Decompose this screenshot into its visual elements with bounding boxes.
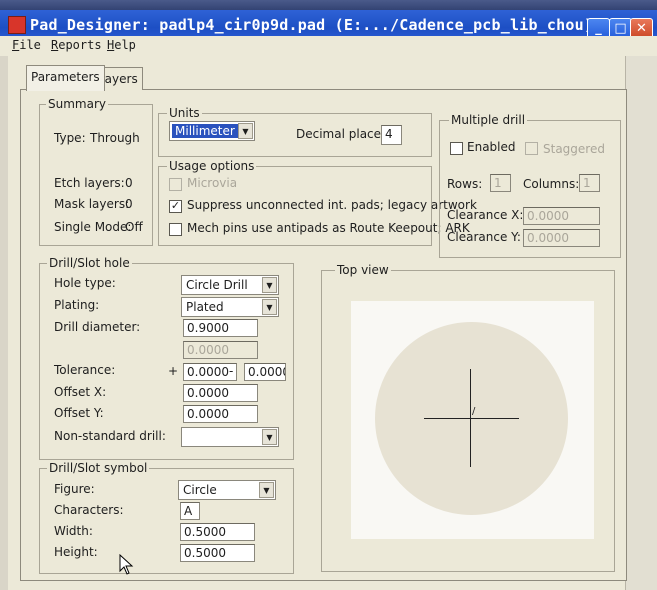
decimal-places-label: Decimal places:: [296, 127, 392, 141]
figure-label: Figure:: [54, 482, 95, 496]
etch-layers-value: 0: [125, 176, 133, 190]
drill-diameter-secondary-field[interactable]: 0.0000: [183, 341, 258, 359]
decimal-places-field[interactable]: 4: [381, 125, 402, 145]
staggered-checkbox[interactable]: [525, 142, 538, 155]
offset-x-field[interactable]: 0.0000: [183, 384, 258, 402]
plating-dropdown[interactable]: Plated ▼: [181, 297, 279, 317]
suppress-label: Suppress unconnected int. pads; legacy a…: [187, 198, 477, 212]
non-standard-drill-dropdown[interactable]: ▼: [181, 427, 279, 447]
window-title: Pad_Designer: padlp4_cir0p9d.pad (E:.../…: [30, 16, 594, 34]
width-field[interactable]: 0.5000: [180, 523, 255, 541]
chevron-down-icon: ▼: [259, 482, 274, 498]
clearance-x-field[interactable]: 0.0000: [523, 207, 600, 225]
menu-reports[interactable]: Reports: [51, 38, 102, 52]
units-legend: Units: [167, 106, 202, 120]
mouse-cursor-icon: [119, 554, 134, 575]
plating-value: Plated: [186, 300, 224, 314]
enabled-checkbox[interactable]: [450, 142, 463, 155]
microvia-checkbox[interactable]: [169, 178, 182, 191]
tab-parameters[interactable]: Parameters: [26, 65, 105, 91]
tolerance-plus-sign: +: [168, 364, 179, 378]
type-label: Type:: [54, 131, 86, 145]
microvia-label: Microvia: [187, 176, 238, 190]
menu-help[interactable]: Help: [107, 38, 136, 52]
rows-label: Rows:: [447, 177, 483, 191]
menu-file[interactable]: File: [12, 38, 41, 52]
etch-layers-label: Etch layers:: [54, 176, 125, 190]
chevron-down-icon: ▼: [262, 277, 277, 293]
tolerance-minus-sign: -: [229, 364, 234, 378]
chevron-down-icon: ▼: [262, 299, 277, 315]
enabled-label: Enabled: [467, 140, 516, 154]
app-icon: [8, 16, 26, 34]
staggered-label: Staggered: [543, 142, 605, 156]
clearance-y-field[interactable]: 0.0000: [523, 229, 600, 247]
single-mode-value: Off: [125, 220, 143, 234]
crosshair-label: /: [472, 406, 476, 417]
chevron-down-icon: ▼: [262, 429, 277, 445]
non-standard-drill-label: Non-standard drill:: [54, 429, 166, 443]
clearance-y-label: Clearance Y:: [447, 230, 521, 244]
tolerance-minus-field[interactable]: 0.0000: [244, 363, 286, 381]
drill-symbol-legend: Drill/Slot symbol: [47, 461, 150, 475]
height-label: Height:: [54, 545, 98, 559]
width-label: Width:: [54, 524, 93, 538]
clearance-x-label: Clearance X:: [447, 208, 524, 222]
offset-y-field[interactable]: 0.0000: [183, 405, 258, 423]
drill-diameter-field[interactable]: 0.9000: [183, 319, 258, 337]
mask-layers-label: Mask layers:: [54, 197, 130, 211]
type-value: Through: [90, 131, 140, 145]
characters-label: Characters:: [54, 503, 124, 517]
usage-options-legend: Usage options: [167, 159, 257, 173]
characters-field[interactable]: A: [180, 502, 200, 520]
summary-legend: Summary: [46, 97, 108, 111]
rows-field[interactable]: 1: [490, 174, 511, 192]
plating-label: Plating:: [54, 298, 100, 312]
offset-x-label: Offset X:: [54, 385, 107, 399]
hole-type-dropdown[interactable]: Circle Drill ▼: [181, 275, 279, 295]
units-value: Millimeter: [172, 124, 238, 138]
mask-layers-value: 0: [125, 197, 133, 211]
menu-bar: File Reports Help: [0, 36, 657, 56]
mech-pins-label: Mech pins use antipads as Route Keepout;…: [187, 221, 470, 235]
mech-pins-checkbox[interactable]: [169, 223, 182, 236]
hole-type-label: Hole type:: [54, 276, 116, 290]
units-dropdown[interactable]: Millimeter ▼: [169, 121, 255, 141]
right-scrollbar[interactable]: [625, 56, 657, 590]
columns-label: Columns:: [523, 177, 580, 191]
chevron-down-icon: ▼: [238, 123, 253, 139]
tolerance-label: Tolerance:: [54, 363, 116, 377]
crosshair-vertical: [470, 369, 471, 467]
drill-diameter-label: Drill diameter:: [54, 320, 141, 334]
figure-value: Circle: [183, 483, 217, 497]
single-mode-label: Single Mode:: [54, 220, 132, 234]
multiple-drill-legend: Multiple drill: [449, 113, 528, 127]
offset-y-label: Offset Y:: [54, 406, 104, 420]
height-field[interactable]: 0.5000: [180, 544, 255, 562]
suppress-checkbox[interactable]: ✓: [169, 200, 182, 213]
hole-type-value: Circle Drill: [186, 278, 248, 292]
figure-dropdown[interactable]: Circle ▼: [178, 480, 276, 500]
drill-hole-legend: Drill/Slot hole: [47, 256, 132, 270]
crosshair-horizontal: [424, 418, 519, 419]
top-view-legend: Top view: [335, 263, 391, 277]
columns-field[interactable]: 1: [579, 174, 600, 192]
